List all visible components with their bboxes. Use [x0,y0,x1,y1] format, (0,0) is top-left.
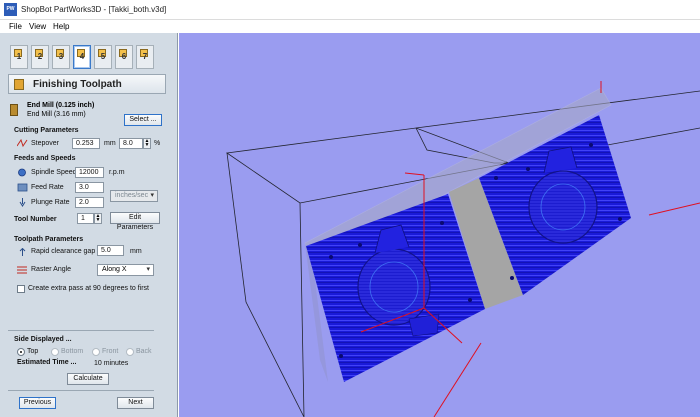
raster-angle-select[interactable]: Along X ▾ [97,264,154,276]
side-top-radio[interactable] [17,348,25,356]
tab-rough-toolpath[interactable]: 1 [10,45,28,69]
extra-pass-checkbox[interactable] [17,285,25,293]
side-top-label: Top [27,348,39,355]
tool-subname: End Mill (3.16 mm) [27,111,86,118]
edit-parameters-button[interactable]: Edit Parameters [110,212,160,231]
feed-rate-input[interactable]: 3.0 [75,182,104,193]
cutting-parameters-heading: Cutting Parameters [14,127,79,134]
divider [8,330,154,331]
stepover-label: Stepover [31,140,60,147]
clearance-gap-input[interactable]: 5.0 [97,245,124,256]
side-bottom-label: Bottom [61,348,84,355]
spindle-speed-label: Spindle Speed [31,169,77,176]
tab-finishing-toolpath[interactable]: 4 [73,45,91,69]
spindle-unit: r.p.m [109,169,125,176]
side-back-label: Back [136,348,152,355]
toolpath-parameters-heading: Toolpath Parameters [14,236,84,243]
tab-preview[interactable]: 5 [94,45,112,69]
tool-number-label: Tool Number [14,216,57,223]
raster-angle-icon [17,266,27,274]
panel-title: Finishing Toolpath [33,79,122,90]
side-bottom-radio[interactable] [51,348,59,356]
toolpath-panel: 1 2 3 4 5 6 7 Finishing Toolpath End Mil… [0,33,178,417]
percent-sign: % [154,140,161,147]
side-back-radio[interactable] [126,348,134,356]
spindle-icon [18,168,26,177]
stepover-percent-stepper[interactable]: ▲ ▼ [143,138,151,149]
spindle-speed-input[interactable]: 12000 [75,167,104,178]
end-mill-icon [10,104,18,116]
select-tool-button[interactable]: Select ... [124,114,162,126]
extra-pass-label: Create extra pass at 90 degrees to first [28,285,150,292]
window-title: ShopBot PartWorks3D - [Takki_both.v3d] [21,5,167,14]
tool-number-stepper[interactable]: ▲ ▼ [94,213,102,224]
feed-rate-icon [17,183,28,192]
stepover-unit: mm [104,140,116,147]
calculate-button[interactable]: Calculate [67,373,109,385]
chevron-down-icon: ▾ [150,192,154,199]
menu-file[interactable]: File [9,22,22,31]
menu-bar: File View Help [0,20,700,33]
feed-rate-label: Feed Rate [31,184,64,191]
panel-header: Finishing Toolpath [8,74,166,94]
raster-angle-label: Raster Angle [31,266,72,273]
side-front-radio[interactable] [92,348,100,356]
stepover-icon [17,139,28,148]
finishing-toolpath-icon [14,79,24,90]
tab-search[interactable]: 6 [115,45,133,69]
tool-tabs: 1 2 3 4 5 6 7 [8,45,166,71]
side-front-label: Front [102,348,119,355]
tool-name: End Mill (0.125 inch) [27,102,95,109]
estimated-time-label: Estimated Time ... [17,359,77,366]
plunge-rate-label: Plunge Rate [31,199,70,206]
tab-finish-toolpath[interactable]: 2 [31,45,49,69]
rate-units-select[interactable]: inches/sec ▾ [110,190,158,202]
tab-cutout[interactable]: 3 [52,45,70,69]
estimated-time-value: 10 minutes [94,360,129,367]
toolpath-preview [225,81,700,417]
3d-viewport[interactable] [179,33,700,417]
divider [8,390,154,391]
menu-view[interactable]: View [29,22,46,31]
next-button[interactable]: Next [117,397,154,409]
clearance-gap-label: Rapid clearance gap [31,248,96,255]
chevron-down-icon: ▾ [146,266,150,273]
tool-number-input[interactable]: 1 [77,213,94,224]
feeds-speeds-heading: Feeds and Speeds [14,155,76,162]
stepover-percent-input[interactable]: 8.0 [119,138,143,149]
title-bar: PW ShopBot PartWorks3D - [Takki_both.v3d… [0,0,700,20]
plunge-rate-input[interactable]: 2.0 [75,197,104,208]
app-icon: PW [4,3,17,16]
clearance-icon [19,248,26,256]
tab-save-toolpath[interactable]: 7 [136,45,154,69]
menu-help[interactable]: Help [53,22,69,31]
previous-button[interactable]: Previous [19,397,56,409]
left-part [306,194,485,382]
stepover-input[interactable]: 0.253 [72,138,100,149]
plunge-rate-icon [19,198,26,207]
clearance-unit: mm [130,248,142,255]
side-displayed-heading: Side Displayed ... [14,336,72,343]
